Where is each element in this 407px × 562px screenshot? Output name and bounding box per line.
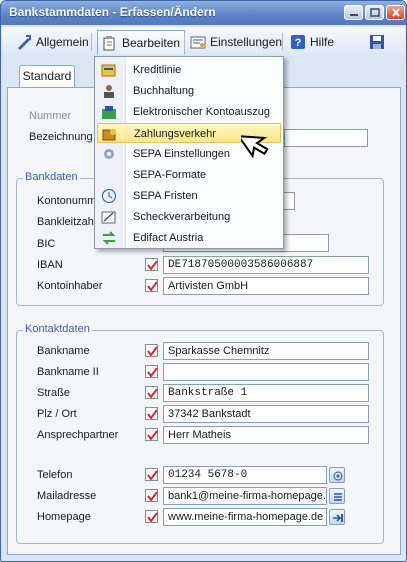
plzort-field[interactable]: 37342 Bankstadt bbox=[163, 405, 369, 423]
plzort-check[interactable] bbox=[145, 407, 158, 420]
kontaktdaten-title: Kontaktdaten bbox=[23, 323, 92, 335]
maximize-icon bbox=[370, 8, 380, 17]
bankname-label: Bankname bbox=[37, 345, 90, 357]
strasse-label: Straße bbox=[37, 387, 71, 399]
mail-field[interactable]: bank1@meine-firma-homepage.d bbox=[163, 487, 327, 505]
kontaktdaten-group: Kontaktdaten Bankname Sparkasse Chemnitz… bbox=[16, 323, 384, 544]
kontoinhaber-field[interactable]: Artivisten GmbH bbox=[163, 277, 369, 295]
mouse-pointer-icon bbox=[241, 135, 269, 159]
strasse-field[interactable]: Bankstraße 1 bbox=[163, 384, 369, 402]
help-icon: ? bbox=[290, 34, 306, 50]
cheque-icon bbox=[101, 209, 117, 225]
plzort-label: Plz / Ort bbox=[37, 408, 77, 420]
close-icon bbox=[392, 8, 400, 17]
checkmark-icon bbox=[147, 430, 158, 441]
ansprechpartner-label: Ansprechpartner bbox=[37, 429, 119, 441]
menu-item-kreditlinie[interactable]: Kreditlinie bbox=[97, 60, 281, 80]
save-icon bbox=[369, 34, 385, 50]
homepage-label: Homepage bbox=[37, 511, 91, 523]
minimize-icon bbox=[350, 14, 358, 16]
iban-check[interactable] bbox=[145, 258, 158, 271]
iban-label: IBAN bbox=[37, 259, 63, 271]
send-mail-button[interactable] bbox=[329, 488, 345, 504]
general-icon bbox=[16, 34, 32, 50]
telefon-check[interactable] bbox=[145, 468, 158, 481]
edifact-icon bbox=[101, 230, 117, 246]
checkmark-icon bbox=[147, 491, 158, 502]
menu-bearbeiten[interactable]: Bearbeiten bbox=[97, 30, 186, 54]
menu-item-scheckverarbeitung[interactable]: Scheckverarbeitung bbox=[97, 207, 281, 227]
mail-icon bbox=[334, 493, 342, 501]
checkmark-icon bbox=[147, 281, 158, 292]
save-button[interactable] bbox=[369, 32, 385, 52]
ansprechpartner-check[interactable] bbox=[145, 428, 158, 441]
mail-check[interactable] bbox=[145, 489, 158, 502]
menu-item-sepa-fristen[interactable]: SEPA Fristen bbox=[97, 186, 281, 206]
checkmark-icon bbox=[147, 470, 158, 481]
bic-label: BIC bbox=[37, 238, 56, 250]
toolbar: Allgemein Bearbeiten Einstellungen ? Hil… bbox=[2, 27, 405, 57]
nummer-label: Nummer bbox=[29, 110, 72, 122]
telefon-field[interactable]: 01234 5678-0 bbox=[163, 466, 327, 484]
go-arrow-icon bbox=[333, 514, 343, 522]
kontoinhaber-label: Kontoinhaber bbox=[37, 280, 103, 292]
settings-icon bbox=[190, 34, 206, 50]
tab-standard[interactable]: Standard bbox=[19, 65, 75, 87]
phone-icon bbox=[333, 471, 343, 481]
accounting-icon bbox=[101, 83, 117, 99]
menu-allgemein[interactable]: Allgemein bbox=[16, 32, 89, 52]
bank-statement-icon bbox=[101, 104, 117, 120]
bankname2-check[interactable] bbox=[145, 365, 158, 378]
checkmark-icon bbox=[147, 409, 158, 420]
menu-item-buchhaltung[interactable]: Buchhaltung bbox=[97, 81, 281, 101]
bankname2-field[interactable] bbox=[163, 363, 369, 381]
payment-icon bbox=[102, 126, 118, 142]
sepa-settings-icon bbox=[101, 146, 117, 162]
edit-icon bbox=[102, 35, 118, 51]
homepage-check[interactable] bbox=[145, 510, 158, 523]
window-title: Bankstammdaten - Erfassen/Ändern bbox=[9, 5, 216, 19]
menu-einstellungen[interactable]: Einstellungen bbox=[190, 32, 282, 52]
kontonummer-label: Kontonumm bbox=[37, 195, 97, 207]
bank-master-data-window: Bankstammdaten - Erfassen/Ändern Allgeme… bbox=[0, 0, 407, 562]
mail-label: Mailadresse bbox=[37, 490, 97, 502]
iban-field[interactable]: DE71870500003586006887 bbox=[163, 256, 369, 274]
checkmark-icon bbox=[147, 512, 158, 523]
menu-hilfe[interactable]: ? Hilfe bbox=[290, 32, 334, 52]
bankleitzahl-label: Bankleitzahl bbox=[37, 216, 97, 228]
telefon-label: Telefon bbox=[37, 469, 73, 481]
dial-button[interactable] bbox=[329, 467, 345, 483]
homepage-field[interactable]: www.meine-firma-homepage.de bbox=[163, 508, 327, 526]
checkmark-icon bbox=[147, 367, 158, 378]
minimize-button[interactable] bbox=[344, 5, 363, 20]
maximize-button[interactable] bbox=[365, 5, 384, 20]
bankname2-label: Bankname II bbox=[37, 366, 99, 378]
bankname-field[interactable]: Sparkasse Chemnitz bbox=[163, 342, 369, 360]
title-bar: Bankstammdaten - Erfassen/Ändern bbox=[1, 1, 406, 25]
bezeichnung-field[interactable] bbox=[284, 129, 368, 147]
bankdaten-title: Bankdaten bbox=[23, 171, 80, 183]
menu-item-kontoauszug[interactable]: Elektronischer Kontoauszug bbox=[97, 102, 281, 122]
checkmark-icon bbox=[147, 346, 158, 357]
strasse-check[interactable] bbox=[145, 386, 158, 399]
menu-item-sepa-formate[interactable]: SEPA-Formate bbox=[97, 165, 281, 185]
svg-text:?: ? bbox=[295, 37, 302, 49]
bezeichnung-label: Bezeichnung bbox=[29, 131, 93, 143]
clock-icon bbox=[101, 188, 117, 204]
kontoinhaber-check[interactable] bbox=[145, 279, 158, 292]
checkmark-icon bbox=[147, 260, 158, 271]
credit-line-icon bbox=[101, 62, 117, 78]
ansprechpartner-field[interactable]: Herr Matheis bbox=[163, 426, 369, 444]
close-button[interactable] bbox=[386, 5, 405, 20]
checkmark-icon bbox=[147, 388, 158, 399]
open-homepage-button[interactable] bbox=[329, 509, 345, 525]
bankname-check[interactable] bbox=[145, 344, 158, 357]
menu-item-edifact-austria[interactable]: Edifact Austria bbox=[97, 228, 281, 248]
